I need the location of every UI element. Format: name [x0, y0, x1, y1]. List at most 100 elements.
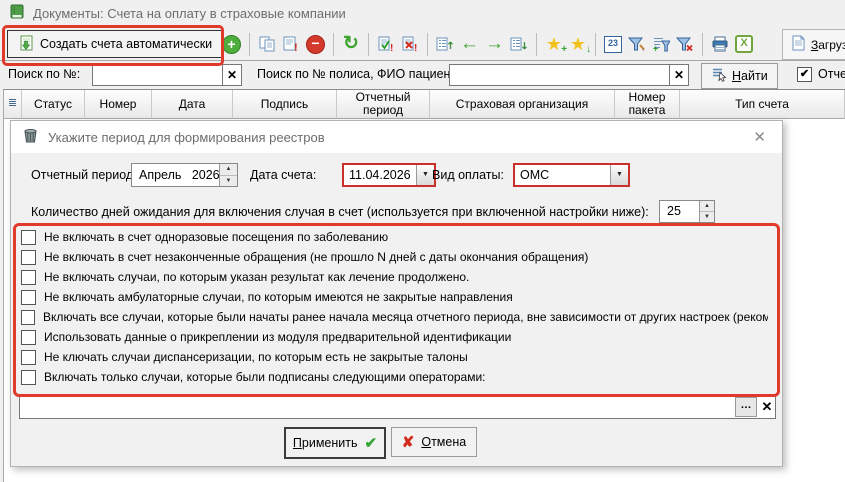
sign-document-icon[interactable]: ! [377, 34, 395, 54]
payment-type-combobox[interactable]: ОМС ▼ [513, 163, 630, 187]
checkbox-label: Не включать случаи, по которым указан ре… [44, 270, 469, 284]
column-header[interactable]: Статус [22, 90, 85, 119]
book-icon [9, 4, 25, 23]
svg-text:!: ! [390, 43, 393, 52]
calendar-icon[interactable]: 23 [604, 34, 622, 54]
excel-export-icon[interactable]: X [735, 34, 753, 54]
window-title: Документы: Счета на оплату в страховые к… [33, 6, 346, 21]
checkbox[interactable] [21, 350, 36, 365]
search-panel: Поиск по №: ✕ Поиск по № полиса, ФИО пац… [0, 61, 845, 89]
operators-input[interactable] [20, 397, 735, 417]
dialog-checkbox-row: Включать только случаи, которые были под… [21, 367, 768, 387]
load-document-icon [791, 35, 806, 54]
create-invoices-label: Создать счета автоматически [40, 37, 212, 51]
column-header[interactable]: Подпись [233, 90, 337, 119]
star-download-icon[interactable]: ★↓ [569, 34, 587, 54]
group-up-icon[interactable] [436, 34, 454, 54]
column-header[interactable]: Номер пакета [615, 90, 680, 119]
next-arrow-icon[interactable]: → [485, 34, 504, 54]
checkbox[interactable] [21, 270, 36, 285]
separator [595, 33, 596, 56]
apply-button-label: Применить [293, 436, 358, 450]
table-header-row: ≣ СтатусНомерДатаПодписьОтчетный периодСт… [3, 89, 845, 119]
column-header[interactable]: Отчетный период [337, 90, 430, 119]
cancel-button[interactable]: ✘ Отмена [391, 427, 477, 457]
dialog-checkbox-row: Не включать случаи, по которым указан ре… [21, 267, 768, 287]
cross-icon: ✘ [402, 433, 415, 451]
report-period-label: Отчетный период: [31, 168, 137, 182]
separator [427, 33, 428, 56]
filter-list-icon[interactable]: + [652, 34, 670, 54]
cancel-button-label: Отмена [421, 435, 466, 449]
invoice-date-combobox[interactable]: 11.04.2026 ▼ [342, 163, 436, 187]
column-header[interactable]: Номер [85, 90, 152, 119]
unsign-document-icon[interactable]: ! [401, 34, 419, 54]
star-add-icon[interactable]: ★+ [545, 34, 563, 54]
waiting-days-label: Количество дней ожидания для включения с… [31, 205, 649, 219]
group-down-icon[interactable] [510, 34, 528, 54]
dialog-checkbox-row: Не включать в счет незаконченные обращен… [21, 247, 768, 267]
search-policy-input[interactable] [449, 64, 675, 86]
checkbox[interactable] [21, 330, 36, 345]
column-header[interactable]: Страховая организация [430, 90, 615, 119]
report-period-spinner[interactable]: Апрель 2026 ▲▼ [131, 163, 238, 187]
clear-operators-icon[interactable]: ✕ [759, 399, 775, 415]
add-icon[interactable]: + [222, 34, 241, 54]
svg-text:!: ! [414, 43, 417, 52]
invoice-date-value: 11.04.2026 [344, 165, 416, 185]
checkbox[interactable] [21, 250, 36, 265]
operators-field[interactable]: … ✕ [19, 395, 776, 419]
load-button[interactable]: Загрузить [782, 29, 845, 60]
column-header[interactable]: Дата [152, 90, 233, 119]
search-policy-label: Поиск по № полиса, ФИО пациента: [257, 67, 466, 81]
filter-custom-icon[interactable] [628, 34, 646, 54]
filter-clear-icon[interactable] [676, 34, 694, 54]
chevron-down-icon[interactable]: ▼ [610, 165, 628, 185]
close-icon[interactable]: ✕ [749, 128, 770, 146]
separator [536, 33, 537, 56]
table-header-icon-cell[interactable]: ≣ [4, 90, 22, 119]
clear-policy-icon[interactable]: ✕ [669, 64, 689, 86]
clear-number-icon[interactable]: ✕ [222, 64, 242, 86]
dialog-checkbox-row: Использовать данные о прикреплении из мо… [21, 327, 768, 347]
payment-type-label: Вид оплаты: [432, 168, 504, 182]
checkbox[interactable] [21, 310, 35, 325]
checkbox[interactable] [21, 370, 36, 385]
copy-icon[interactable] [258, 34, 276, 54]
refresh-icon[interactable]: ↻ [342, 34, 360, 54]
prev-arrow-icon[interactable]: ← [460, 34, 479, 54]
column-header[interactable]: Тип счета [680, 90, 845, 119]
dialog-checkbox-row: Не включать амбулаторные случаи, по кото… [21, 287, 768, 307]
checkbox[interactable] [21, 230, 36, 245]
find-button-label: Найти [732, 69, 768, 83]
find-button[interactable]: Найти [701, 63, 778, 89]
delete-icon[interactable]: − [306, 34, 325, 54]
print-icon[interactable] [711, 34, 729, 54]
dialog-checkbox-row: Не ключать случаи диспансеризации, по ко… [21, 347, 768, 367]
checkbox-label: Включать все случаи, которые были начаты… [43, 310, 768, 324]
checkbox[interactable] [21, 290, 36, 305]
reporting-checkbox-label: Отчетные [818, 67, 845, 81]
checkbox-label: Не включать амбулаторные случаи, по кото… [44, 290, 513, 304]
dialog-titlebar[interactable]: Укажите период для формирования реестров… [11, 121, 782, 153]
toolbar: Создать счета автоматически + ! − ↻ ! ! … [0, 27, 845, 61]
svg-text:+: + [653, 44, 658, 53]
search-number-label: Поиск по №: [8, 67, 80, 81]
list-icon: ≣ [8, 98, 17, 110]
reporting-checkbox[interactable]: ✔ [797, 67, 812, 82]
search-number-input[interactable] [92, 64, 228, 86]
svg-text:!: ! [294, 42, 298, 52]
spinner-arrows-icon[interactable]: ▲▼ [219, 164, 237, 186]
ellipsis-icon[interactable]: … [735, 397, 757, 417]
create-invoices-button[interactable]: Создать счета автоматически [7, 30, 223, 58]
dialog-title: Укажите период для формирования реестров [48, 130, 325, 145]
edit-document-icon[interactable]: ! [282, 34, 300, 54]
checkbox-label: Не включать в счет одноразовые посещения… [44, 230, 388, 244]
window-titlebar: Документы: Счета на оплату в страховые к… [0, 0, 845, 27]
apply-button[interactable]: Применить ✔ [284, 427, 386, 459]
spinner-arrows-icon[interactable]: ▲▼ [699, 201, 714, 222]
payment-type-value: ОМС [515, 165, 610, 185]
waiting-days-spinner[interactable]: 25 ▲▼ [659, 200, 715, 223]
create-invoice-icon [18, 35, 34, 54]
checkbox-label: Включать только случаи, которые были под… [44, 370, 486, 384]
